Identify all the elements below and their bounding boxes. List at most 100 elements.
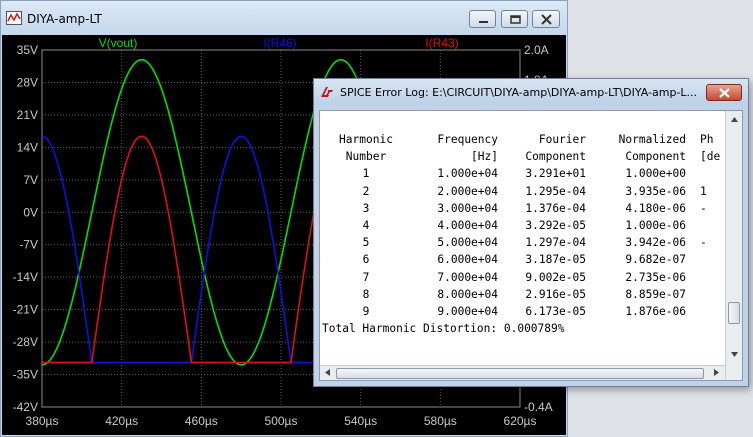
normalized-value: 2.735e-06 — [625, 270, 686, 284]
harmonic-number: 8 — [362, 287, 370, 301]
normalized-value: 1.876e-06 — [625, 304, 686, 318]
frequency-value: 5.000e+04 — [437, 236, 498, 250]
fourier-value: 3.291e+01 — [525, 167, 586, 181]
fourier-value: 2.916e-05 — [525, 287, 586, 301]
harmonic-number: 7 — [362, 270, 370, 284]
fourier-row: 3 3.000e+04 1.376e-04 4.180e-06- — [322, 200, 740, 217]
close-icon — [541, 14, 552, 25]
fourier-row: 6 6.000e+04 3.187e-05 9.682e-07 — [322, 251, 740, 268]
legend-label[interactable]: I(R43) — [425, 36, 458, 50]
header-fourier: Fourier — [538, 133, 586, 146]
fourier-row: 8 8.000e+04 2.916e-05 8.859e-07 — [322, 286, 740, 303]
harmonic-number: 1 — [362, 167, 370, 181]
fourier-row: 9 9.000e+04 6.173e-05 1.876e-06 — [322, 303, 740, 320]
scroll-right-arrow-icon[interactable] — [709, 365, 726, 381]
frequency-value: 9.000e+04 — [437, 304, 498, 318]
restore-icon — [510, 15, 521, 24]
x-tick-label: 380µs — [26, 414, 59, 428]
horizontal-scrollbar[interactable] — [320, 365, 726, 381]
frequency-value: 1.000e+04 — [437, 167, 498, 181]
close-button[interactable] — [532, 10, 560, 28]
y-tick-label: -7V — [19, 238, 38, 252]
error-log-text-area[interactable]: Harmonic Frequency Fourier Normalized Ph… — [319, 110, 743, 381]
vertical-scrollbar[interactable] — [725, 111, 743, 380]
fourier-value: 6.173e-05 — [525, 304, 586, 318]
scroll-up-arrow-icon[interactable] — [726, 111, 743, 128]
y-tick-label: -35V — [13, 368, 38, 382]
horizontal-scroll-thumb[interactable] — [336, 368, 704, 379]
harmonic-number: 5 — [362, 236, 370, 250]
fourier-value: 3.187e-05 — [525, 253, 586, 267]
legend-label[interactable]: I(R46) — [263, 36, 296, 50]
fourier-value: 1.376e-04 — [525, 201, 586, 215]
fourier-rows: 1 1.000e+04 3.291e+01 1.000e+00 2 2.000e+04 1.… — [322, 165, 740, 320]
x-tick-label: 580µs — [424, 414, 457, 428]
harmonic-number: 6 — [362, 253, 370, 267]
scroll-down-arrow-icon[interactable] — [726, 346, 743, 363]
fourier-report: Harmonic Frequency Fourier Normalized Ph… — [322, 131, 740, 337]
minimize-icon — [479, 21, 488, 23]
header-frequency: Frequency — [437, 133, 498, 146]
fourier-row: 5 5.000e+04 1.297e-04 3.942e-06- — [322, 234, 740, 251]
y-tick-label: -21V — [13, 303, 38, 317]
y-tick-label: 0V — [23, 205, 38, 219]
normalized-value: 4.180e-06 — [625, 201, 686, 215]
fourier-value: 1.295e-04 — [525, 184, 586, 198]
y-tick-label: 21V — [17, 108, 38, 122]
fourier-value: 9.002e-05 — [525, 270, 586, 284]
close-icon — [719, 88, 730, 98]
frequency-value: 6.000e+04 — [437, 253, 498, 267]
frequency-value: 4.000e+04 — [437, 218, 498, 232]
fourier-row: 1 1.000e+04 3.291e+01 1.000e+00 — [322, 165, 740, 182]
x-tick-label: 420µs — [105, 414, 138, 428]
waveform-titlebar[interactable]: DIYA-amp-LT — [1, 1, 567, 35]
vertical-scroll-thumb[interactable] — [728, 302, 740, 324]
restore-button[interactable] — [501, 10, 528, 28]
normalized-value: 1.000e-06 — [625, 218, 686, 232]
minimize-button[interactable] — [469, 10, 496, 28]
fourier-value: 3.292e-05 — [525, 218, 586, 232]
ltspice-logo-icon — [321, 87, 333, 97]
fourier-row: 4 4.000e+04 3.292e-05 1.000e-06 — [322, 217, 740, 234]
x-tick-label: 620µs — [504, 414, 537, 428]
fourier-row: 2 2.000e+04 1.295e-04 3.935e-06 1 — [322, 183, 740, 200]
x-tick-label: 500µs — [265, 414, 298, 428]
y-tick-label: -42V — [13, 400, 38, 414]
x-tick-label: 460µs — [185, 414, 218, 428]
fourier-header-row: Harmonic Frequency Fourier Normalized Ph — [322, 131, 740, 148]
error-log-title: SPICE Error Log: E:\CIRCUIT\DIYA-amp\DIY… — [340, 86, 698, 99]
frequency-value: 3.000e+04 — [437, 201, 498, 215]
header-fourier-component: Component — [525, 150, 586, 164]
waveform-window-title: DIYA-amp-LT — [27, 12, 102, 26]
y-tick-label: -28V — [13, 335, 38, 349]
total-harmonic-distortion: Total Harmonic Distortion: 0.000789% — [322, 322, 565, 336]
frequency-value: 2.000e+04 — [437, 184, 498, 198]
x-tick-label: 540µs — [344, 414, 377, 428]
header-normalized-component: Component — [625, 150, 686, 164]
y-tick-label: 7V — [23, 173, 38, 187]
header-normalized: Normalized — [618, 133, 686, 146]
header-harmonic: Harmonic — [339, 133, 393, 146]
normalized-value: 8.859e-07 — [625, 287, 686, 301]
error-log-titlebar[interactable]: SPICE Error Log: E:\CIRCUIT\DIYA-amp\DIY… — [314, 79, 748, 105]
normalized-value: 3.935e-06 — [625, 184, 686, 198]
legend-label[interactable]: V(vout) — [99, 36, 138, 50]
harmonic-number: 9 — [362, 304, 370, 318]
normalized-value: 9.682e-07 — [625, 253, 686, 267]
harmonic-number: 2 — [362, 184, 370, 198]
y2-tick-label: 2.0A — [524, 43, 549, 57]
ltspice-waveform-icon — [6, 11, 22, 25]
frequency-value: 7.000e+04 — [437, 270, 498, 284]
y-tick-label: 28V — [17, 75, 38, 89]
fourier-header-row-units: Number [Hz] Component Component [de — [322, 148, 740, 165]
normalized-value: 3.942e-06 — [625, 236, 686, 250]
error-log-close-button[interactable] — [706, 84, 742, 101]
fourier-row: 7 7.000e+04 9.002e-05 2.735e-06 — [322, 269, 740, 286]
normalized-value: 1.000e+00 — [625, 167, 686, 181]
y2-tick-label: -0.4A — [524, 400, 553, 414]
frequency-value: 8.000e+04 — [437, 287, 498, 301]
scroll-left-arrow-icon[interactable] — [320, 365, 337, 381]
spice-error-log-window[interactable]: SPICE Error Log: E:\CIRCUIT\DIYA-amp\DIY… — [313, 78, 749, 387]
fourier-value: 1.297e-04 — [525, 236, 586, 250]
harmonic-number: 4 — [362, 218, 370, 232]
